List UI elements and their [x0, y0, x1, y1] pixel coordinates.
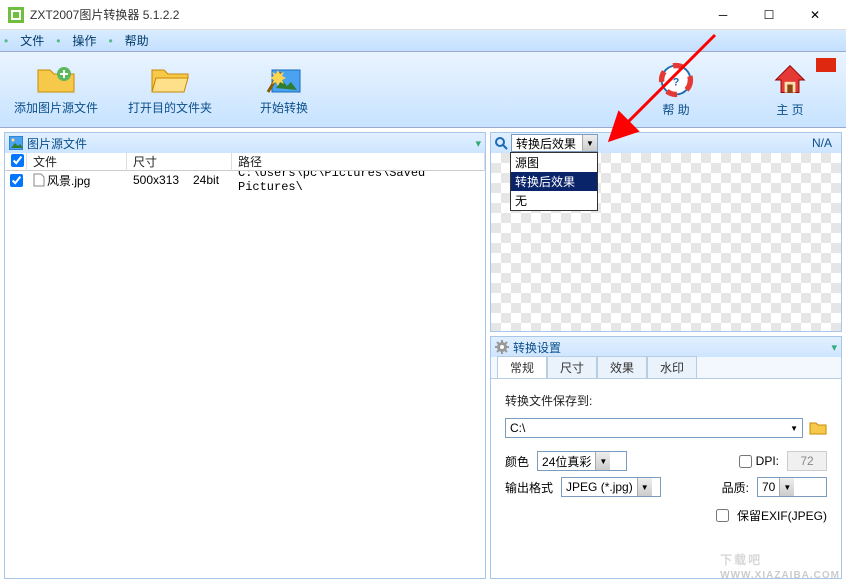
menu-file[interactable]: 文件: [12, 30, 52, 51]
flag-icon[interactable]: [816, 58, 836, 72]
col-file[interactable]: 文件: [27, 152, 127, 171]
chevron-down-icon[interactable]: ▼: [595, 452, 610, 470]
file-bits: 24bit: [187, 172, 232, 188]
settings-panel: 转换设置 ▾ 常规 尺寸 效果 水印 转换文件保存到: C:\ ▼: [490, 336, 842, 579]
dpi-input: [787, 451, 827, 471]
start-convert-button[interactable]: 开始转换: [234, 57, 334, 123]
file-name: 风景.jpg: [47, 172, 90, 189]
minimize-button[interactable]: ─: [700, 0, 746, 30]
app-icon: [8, 7, 24, 23]
image-icon: [9, 136, 23, 150]
help-icon: ?: [656, 62, 696, 98]
open-target-button[interactable]: 打开目的文件夹: [120, 57, 220, 123]
tab-effect[interactable]: 效果: [597, 356, 647, 378]
menubar: • 文件 • 操作 • 帮助: [0, 30, 846, 52]
quality-label: 品质:: [722, 479, 749, 496]
home-icon: [770, 62, 810, 98]
dpi-label: DPI:: [756, 454, 779, 468]
magnifier-icon[interactable]: [494, 136, 508, 150]
preview-header: ▼ N/A: [491, 133, 841, 153]
option-after-convert[interactable]: 转换后效果: [511, 172, 597, 191]
settings-body: 转换文件保存到: C:\ ▼ 颜色 24位真彩 ▼: [491, 379, 841, 534]
preview-mode-dropdown[interactable]: 源图 转换后效果 无: [510, 152, 598, 211]
option-none[interactable]: 无: [511, 191, 597, 210]
save-path-input[interactable]: C:\ ▼: [505, 418, 803, 438]
site-watermark: 下载吧 WWW.XIAZAIBA.COM: [720, 547, 840, 581]
preview-mode-value[interactable]: [512, 135, 582, 151]
browse-folder-icon[interactable]: [809, 420, 827, 436]
help-label: 帮 助: [662, 101, 689, 118]
maximize-button[interactable]: ☐: [746, 0, 792, 30]
col-path[interactable]: 路径: [232, 152, 485, 171]
folder-add-icon: [36, 64, 76, 96]
preview-status: N/A: [812, 136, 838, 150]
chevron-down-icon[interactable]: ▼: [637, 478, 652, 496]
quality-value: 70: [758, 480, 779, 494]
close-button[interactable]: ✕: [792, 0, 838, 30]
file-size: 500x313: [127, 172, 187, 188]
preview-mode-combo[interactable]: ▼: [511, 134, 598, 152]
color-value: 24位真彩: [538, 453, 595, 470]
col-size[interactable]: 尺寸: [127, 152, 232, 171]
help-button[interactable]: ? 帮 助: [626, 57, 726, 123]
tab-watermark[interactable]: 水印: [647, 356, 697, 378]
format-label: 输出格式: [505, 479, 553, 496]
home-label: 主 页: [776, 101, 803, 118]
exif-checkbox[interactable]: [716, 509, 729, 522]
settings-header: 转换设置 ▾: [491, 337, 841, 357]
source-files-header: 图片源文件 ▾: [5, 133, 485, 153]
color-select[interactable]: 24位真彩 ▼: [537, 451, 627, 471]
format-value: JPEG (*.jpg): [562, 480, 637, 494]
menu-operation[interactable]: 操作: [64, 30, 104, 51]
save-path-value: C:\: [510, 421, 525, 435]
menu-dot: •: [56, 34, 60, 48]
color-label: 颜色: [505, 453, 529, 470]
toolbar: 添加图片源文件 打开目的文件夹 开始转换 ? 帮 助 主 页: [0, 52, 846, 128]
source-files-panel: 图片源文件 ▾ 文件 尺寸 路径 风景.jpg 500x313 24bit: [4, 132, 486, 579]
table-row[interactable]: 风景.jpg 500x313 24bit C:\Users\pc\Picture…: [5, 171, 485, 189]
tab-general[interactable]: 常规: [497, 356, 547, 378]
add-source-button[interactable]: 添加图片源文件: [6, 57, 106, 123]
settings-title: 转换设置: [513, 339, 561, 356]
tab-size[interactable]: 尺寸: [547, 356, 597, 378]
window-titlebar: ZXT2007图片转换器 5.1.2.2 ─ ☐ ✕: [0, 0, 846, 30]
collapse-icon[interactable]: ▾: [831, 341, 837, 354]
file-icon: [33, 173, 45, 187]
chevron-down-icon[interactable]: ▼: [582, 135, 597, 151]
magic-wand-icon: [264, 64, 304, 96]
format-select[interactable]: JPEG (*.jpg) ▼: [561, 477, 661, 497]
row-checkbox[interactable]: [10, 174, 23, 187]
menu-dot: •: [4, 34, 8, 48]
source-files-title: 图片源文件: [27, 135, 87, 152]
folder-open-icon: [150, 64, 190, 96]
source-list-header: 文件 尺寸 路径: [5, 153, 485, 171]
gear-icon: [495, 340, 509, 354]
start-convert-label: 开始转换: [260, 99, 308, 116]
file-path: C:\Users\pc\Pictures\Saved Pictures\: [232, 171, 485, 195]
quality-select[interactable]: 70 ▼: [757, 477, 827, 497]
menu-dot: •: [108, 34, 112, 48]
add-source-label: 添加图片源文件: [14, 99, 98, 116]
preview-panel: ▼ N/A 源图 转换后效果 无: [490, 132, 842, 332]
settings-tabs: 常规 尺寸 效果 水印: [491, 357, 841, 379]
source-list-body: 风景.jpg 500x313 24bit C:\Users\pc\Picture…: [5, 171, 485, 563]
select-all-checkbox[interactable]: [11, 154, 24, 167]
dpi-checkbox[interactable]: [739, 455, 752, 468]
option-source-image[interactable]: 源图: [511, 153, 597, 172]
exif-label: 保留EXIF(JPEG): [737, 507, 827, 524]
content-area: 图片源文件 ▾ 文件 尺寸 路径 风景.jpg 500x313 24bit: [0, 128, 846, 583]
window-title: ZXT2007图片转换器 5.1.2.2: [30, 6, 700, 23]
collapse-icon[interactable]: ▾: [475, 137, 481, 150]
chevron-down-icon[interactable]: ▼: [779, 478, 794, 496]
menu-help[interactable]: 帮助: [117, 30, 157, 51]
open-target-label: 打开目的文件夹: [128, 99, 212, 116]
save-to-label: 转换文件保存到:: [505, 392, 592, 409]
svg-text:?: ?: [673, 76, 680, 88]
chevron-down-icon[interactable]: ▼: [790, 424, 798, 433]
